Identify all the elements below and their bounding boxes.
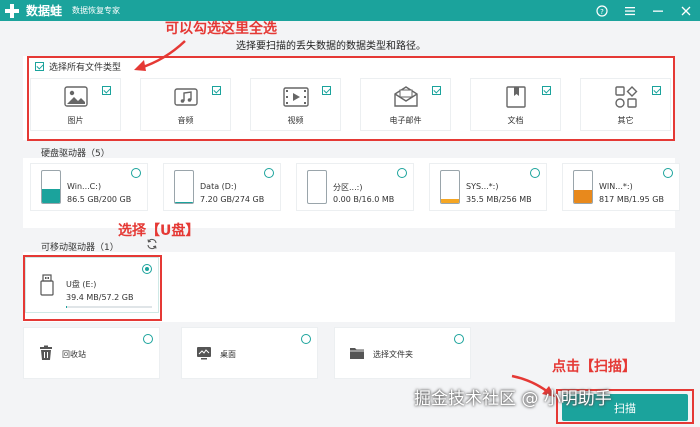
radio-icon: [454, 334, 464, 344]
hard-drive-icon: [440, 170, 460, 204]
hard-drive-icon: [41, 170, 61, 204]
drive-usage-fill: [42, 189, 60, 203]
drive-usage-fill: [441, 198, 459, 203]
menu-icon: [625, 6, 635, 15]
app-logo: 数据蛙: [4, 2, 62, 19]
radio-icon: [663, 168, 673, 178]
app-subtitle: 数据恢复专家: [72, 6, 121, 15]
minimize-button[interactable]: [644, 0, 672, 21]
radio-icon: [264, 168, 274, 178]
help-button[interactable]: ?: [588, 0, 616, 21]
hard-drives-panel: Win...C:) 86.5 GB/200 GB Data (D:) 7.20 …: [23, 158, 680, 228]
drive-usage-fill: [175, 202, 193, 203]
app-name: 数据蛙: [26, 4, 63, 18]
drive-tile[interactable]: WIN...*:) 817 MB/1.95 GB: [562, 163, 680, 211]
recycle-bin-icon: [40, 345, 52, 360]
location-select-folder[interactable]: 选择文件夹: [334, 327, 471, 379]
minimize-icon: [653, 10, 663, 12]
annotation-box-file-types: [27, 56, 675, 141]
instruction-text: 选择要扫描的丢失数据的数据类型和路径。: [236, 41, 426, 52]
help-icon: ?: [596, 4, 608, 17]
annotation-scan-hint: 点击【扫描】: [552, 359, 636, 375]
annotation-usb-hint: 选择【U盘】: [118, 223, 200, 239]
title-bar: 数据蛙 数据恢复专家 ?: [0, 0, 700, 21]
close-button[interactable]: [672, 0, 700, 21]
folder-icon: [350, 348, 364, 359]
drive-tile[interactable]: SYS...*:) 35.5 MB/256 MB: [429, 163, 547, 211]
watermark: 掘金技术社区 @ 小明助手: [414, 389, 612, 409]
location-desktop[interactable]: 桌面: [181, 327, 318, 379]
menu-button[interactable]: [616, 0, 644, 21]
drive-tile[interactable]: Win...C:) 86.5 GB/200 GB: [30, 163, 148, 211]
radio-icon: [530, 168, 540, 178]
plus-logo-icon: [4, 3, 20, 19]
hard-drive-icon: [174, 170, 194, 204]
radio-icon: [397, 168, 407, 178]
radio-icon: [143, 334, 153, 344]
hard-drive-icon: [307, 170, 327, 204]
close-icon: [681, 6, 691, 15]
location-recycle-bin[interactable]: 回收站: [23, 327, 160, 379]
annotation-box-usb: [23, 255, 162, 321]
radio-icon: [131, 168, 141, 178]
drive-usage-fill: [574, 189, 592, 203]
drive-tile[interactable]: Data (D:) 7.20 GB/274 GB: [163, 163, 281, 211]
svg-text:?: ?: [600, 8, 604, 16]
hard-drive-icon: [573, 170, 593, 204]
annotation-select-all-hint: 可以勾选这里全选: [165, 21, 277, 37]
radio-icon: [301, 334, 311, 344]
drive-tile[interactable]: 分区...:) 0.00 B/16.0 MB: [296, 163, 414, 211]
desktop-icon: [197, 347, 211, 360]
arrow-icon: [134, 40, 186, 71]
